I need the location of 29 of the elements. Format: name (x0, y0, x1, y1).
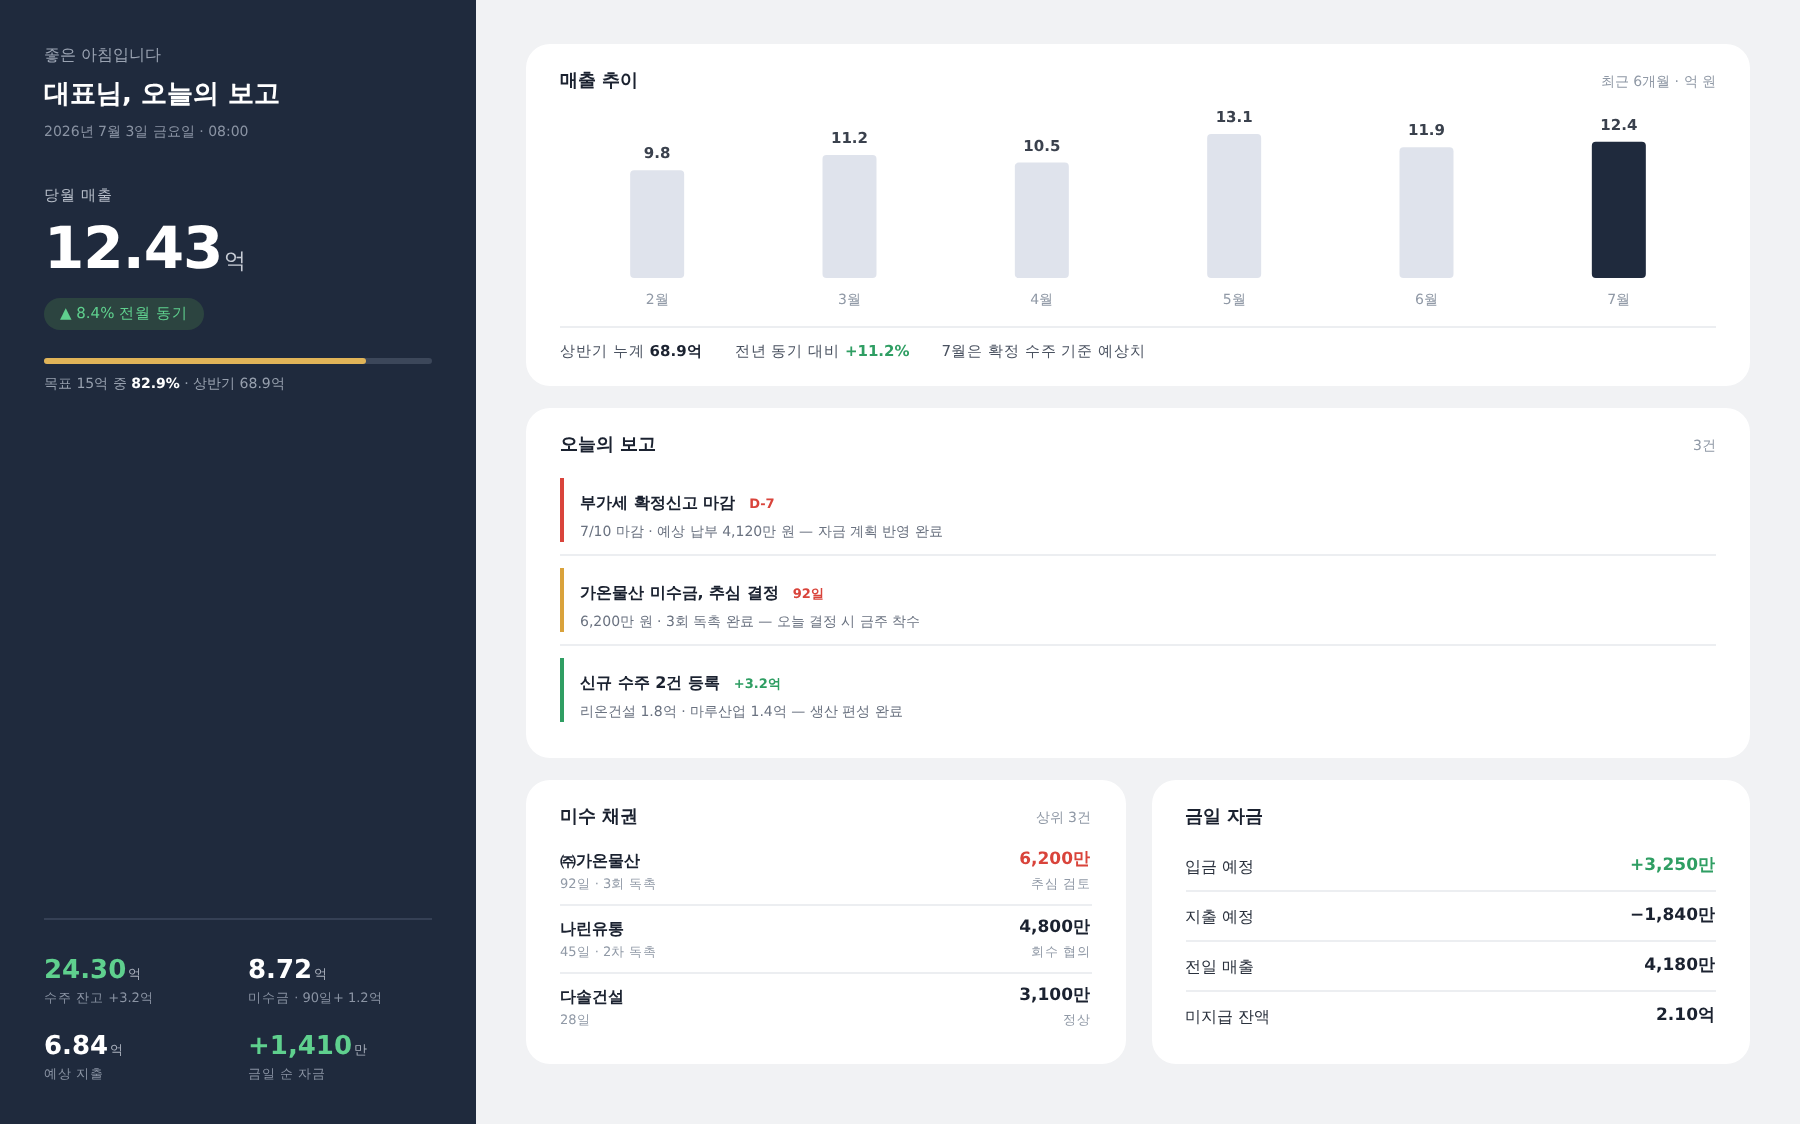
stat-value: 24.30 (44, 956, 127, 986)
cash-value: +3,250만 (1629, 854, 1716, 878)
sidebar-title: 대표님, 오늘의 보고 (44, 78, 282, 112)
report-title: 신규 수주 2건 등록 (580, 674, 720, 692)
company-name: ㈜가온물산 (560, 849, 640, 871)
cash-label: 전일 매출 (1185, 955, 1255, 977)
company-name: 나린유통 (560, 917, 624, 939)
report-title: 가온물산 미수금, 추심 결정 (580, 584, 779, 602)
stat-value: 6.84 (44, 1032, 109, 1062)
greeting-text: 좋은 아침입니다 (44, 44, 164, 66)
metric-value: 12.43 (44, 214, 223, 282)
cash-value: 2.10억 (1656, 1004, 1716, 1028)
company-name: 다솔건설 (560, 985, 624, 1007)
card-title: 미수 채권 (560, 806, 639, 830)
amount-text: 3,100만 (1019, 984, 1091, 1008)
metric-unit: 억 (224, 246, 247, 276)
cash-label: 입금 예정 (1185, 855, 1255, 877)
card-title: 매출 추이 (560, 69, 639, 94)
stat-value: +1,410 (248, 1032, 353, 1062)
amount-text: 6,200만 (1019, 848, 1091, 872)
stat-value: 8.72 (248, 956, 313, 986)
cash-value: 4,180만 (1644, 954, 1716, 978)
card-title: 금일 자금 (1185, 806, 1264, 830)
card-title: 오늘의 보고 (560, 434, 657, 458)
cash-label: 미지급 잔액 (1185, 1005, 1271, 1027)
cash-label: 지출 예정 (1185, 905, 1255, 927)
report-title: 부가세 확정신고 마감 (580, 494, 736, 512)
amount-text: 4,800만 (1019, 916, 1091, 940)
cash-value: −1,840만 (1629, 904, 1716, 928)
